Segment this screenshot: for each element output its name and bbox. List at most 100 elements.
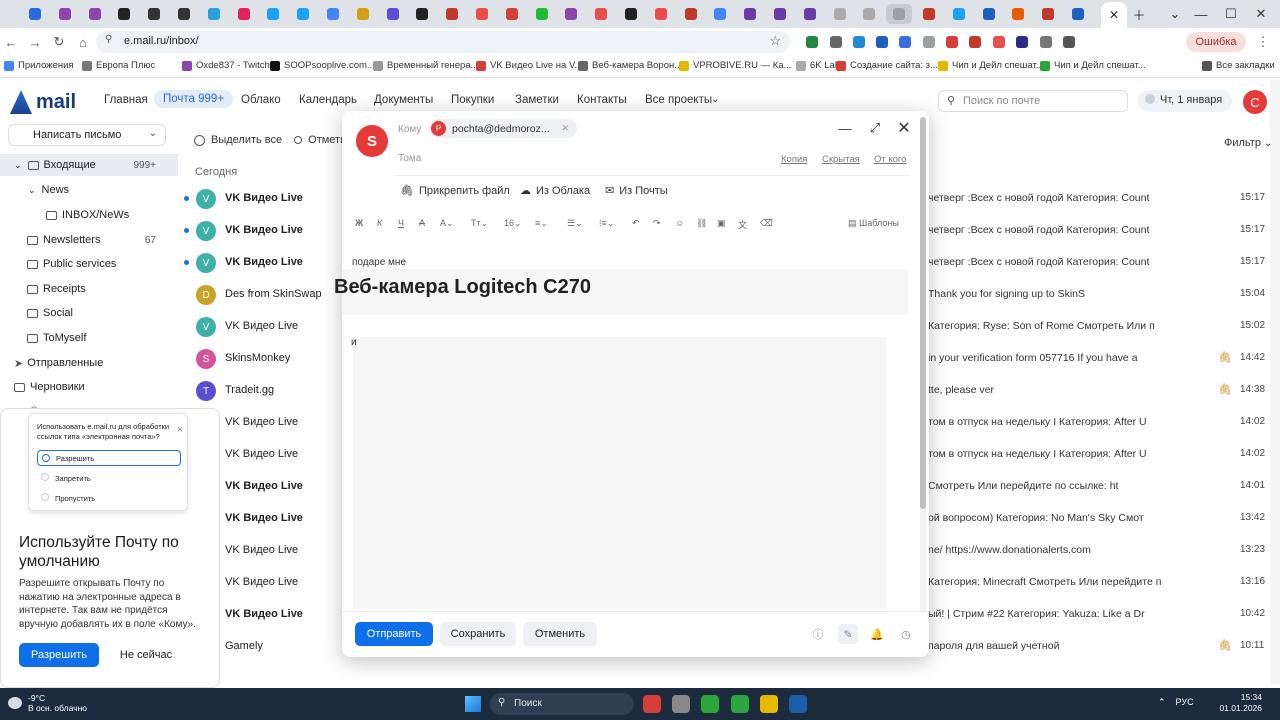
- browser-tab[interactable]: [499, 4, 525, 24]
- unread-dot[interactable]: [184, 228, 189, 233]
- compose-button[interactable]: Написать письмо ⌄: [8, 124, 166, 146]
- bell-icon[interactable]: 🔔: [870, 627, 884, 641]
- mail-logo[interactable]: mail: [10, 90, 76, 114]
- cc-link[interactable]: Копия: [781, 154, 807, 165]
- taskbar-app-icon[interactable]: [760, 695, 778, 713]
- close-window-icon[interactable]: ✕: [1246, 0, 1276, 28]
- taskbar-app-icon[interactable]: [789, 695, 807, 713]
- folder-tomyself[interactable]: ToMyself: [0, 327, 178, 349]
- link-icon[interactable]: ⛓: [696, 218, 707, 229]
- browser-tab[interactable]: [1035, 4, 1061, 24]
- from-mail-button[interactable]: ✉ Из Почты: [605, 184, 668, 198]
- checkbox-icon[interactable]: [194, 134, 205, 146]
- send-button[interactable]: Отправить: [355, 622, 433, 646]
- user-avatar[interactable]: С: [1243, 90, 1267, 114]
- strikethrough-icon[interactable]: А: [419, 218, 425, 228]
- unread-dot[interactable]: [184, 196, 189, 201]
- browser-tab[interactable]: [52, 4, 78, 24]
- minimize-icon[interactable]: —: [836, 119, 854, 137]
- browser-tab[interactable]: [737, 4, 763, 24]
- nav-cloud[interactable]: Облако: [241, 94, 281, 106]
- nav-contacts[interactable]: Контакты: [577, 94, 627, 106]
- browser-tab[interactable]: [290, 4, 316, 24]
- folder-drafts[interactable]: Черновики: [0, 376, 178, 398]
- browser-tab[interactable]: [231, 4, 257, 24]
- address-bar[interactable]: ⚲ e.mail.ru/inbox/ ☆: [96, 31, 790, 53]
- bookmark-star-icon[interactable]: ☆: [769, 33, 781, 49]
- system-tray[interactable]: ⌃ РУС: [1158, 697, 1194, 708]
- select-all-button[interactable]: Выделить все: [211, 134, 282, 146]
- translate-icon[interactable]: 文: [738, 218, 747, 231]
- info-icon[interactable]: ⓘ: [811, 627, 825, 641]
- browser-tab[interactable]: [558, 4, 584, 24]
- extension-icon[interactable]: [853, 36, 865, 48]
- underline-icon[interactable]: Ч: [398, 218, 404, 228]
- bcc-link[interactable]: Скрытая: [822, 154, 860, 165]
- browser-tab[interactable]: [320, 4, 346, 24]
- close-icon[interactable]: ✕: [895, 119, 913, 137]
- option-allow[interactable]: Разрешить: [37, 450, 181, 466]
- chevron-down-icon[interactable]: ⌄: [149, 128, 157, 139]
- bullet-list-icon[interactable]: ☰⌄: [567, 218, 583, 229]
- folder-public-services[interactable]: Public services: [0, 253, 178, 275]
- expand-icon[interactable]: ⤢: [866, 119, 884, 137]
- filter-button[interactable]: Фильтр ⌄: [1224, 137, 1272, 149]
- browser-tab[interactable]: [380, 4, 406, 24]
- templates-button[interactable]: ▤ Шаблоны: [848, 218, 899, 229]
- folder-social[interactable]: Social: [0, 302, 178, 324]
- taskbar-app-icon[interactable]: [643, 695, 661, 713]
- taskbar-app-icon[interactable]: [672, 695, 690, 713]
- image-icon[interactable]: ▣: [717, 218, 726, 229]
- redo-icon[interactable]: ↷: [653, 218, 661, 229]
- browser-tab[interactable]: [976, 4, 1002, 24]
- extension-icon[interactable]: [1016, 36, 1028, 48]
- nav-all-projects[interactable]: Все проекты: [645, 94, 712, 106]
- extension-icon[interactable]: [830, 36, 842, 48]
- browser-tab[interactable]: [350, 4, 376, 24]
- text-color-icon[interactable]: A⌄: [440, 218, 454, 229]
- remove-recipient-icon[interactable]: ✕: [561, 123, 569, 134]
- nav-mail[interactable]: Почта 999+: [154, 90, 234, 108]
- browser-tab[interactable]: [588, 4, 614, 24]
- browser-tab[interactable]: [439, 4, 465, 24]
- extension-icon[interactable]: [899, 36, 911, 48]
- folder-inbox[interactable]: ⌄ Входящие 999+: [0, 154, 178, 176]
- browser-tab[interactable]: [916, 4, 942, 24]
- bookmark-item[interactable]: Временный генера...: [373, 60, 479, 71]
- folder-sent[interactable]: ➤ Отправленные: [0, 352, 178, 374]
- folder-news[interactable]: ⌄ News: [0, 179, 178, 201]
- browser-tab[interactable]: [469, 4, 495, 24]
- nav-calendar[interactable]: Календарь: [299, 94, 357, 106]
- home-icon[interactable]: ⌂: [74, 33, 92, 51]
- taskbar-app-icon[interactable]: [731, 695, 749, 713]
- extension-icon[interactable]: [1063, 36, 1075, 48]
- nav-notes[interactable]: Заметки: [515, 94, 559, 106]
- browser-tab[interactable]: [618, 4, 644, 24]
- not-now-button[interactable]: Не сейчас: [109, 643, 183, 667]
- browser-tab[interactable]: [767, 4, 793, 24]
- close-tab-icon[interactable]: ✕: [1109, 8, 1119, 22]
- bookmark-item[interactable]: Приложения: [4, 60, 74, 71]
- browser-tab[interactable]: [22, 4, 48, 24]
- bookmark-item[interactable]: Чип и Дейл спешат...: [1040, 60, 1146, 71]
- browser-tab[interactable]: [141, 4, 167, 24]
- browser-tab[interactable]: [409, 4, 435, 24]
- undo-icon[interactable]: ↶: [632, 218, 640, 229]
- browser-tab[interactable]: [111, 4, 137, 24]
- option-skip[interactable]: Пропустить: [37, 490, 181, 506]
- body-heading-block[interactable]: Веб-камера Logitech C270: [334, 269, 908, 315]
- attach-file-button[interactable]: 🖇 Прикрепить файл: [400, 184, 510, 198]
- bookmark-item[interactable]: Чип и Дейл спешат...: [938, 60, 1044, 71]
- browser-tab[interactable]: [827, 4, 853, 24]
- unread-dot[interactable]: [184, 260, 189, 265]
- schedule-icon[interactable]: ◷: [899, 627, 913, 641]
- bookmark-item[interactable]: Веб-камера Ворон...: [578, 60, 682, 71]
- option-deny[interactable]: Запретить: [37, 470, 181, 486]
- browser-tab[interactable]: [886, 4, 913, 24]
- from-cloud-button[interactable]: ☁ Из Облака: [520, 184, 590, 198]
- browser-tab[interactable]: [707, 4, 733, 24]
- search-input[interactable]: ⚲ Поиск по почте: [938, 90, 1128, 112]
- recipient-chip[interactable]: Ppochta@dedmoroz... ✕: [429, 119, 577, 138]
- extension-icon[interactable]: [806, 36, 818, 48]
- body-editor[interactable]: и: [351, 337, 886, 609]
